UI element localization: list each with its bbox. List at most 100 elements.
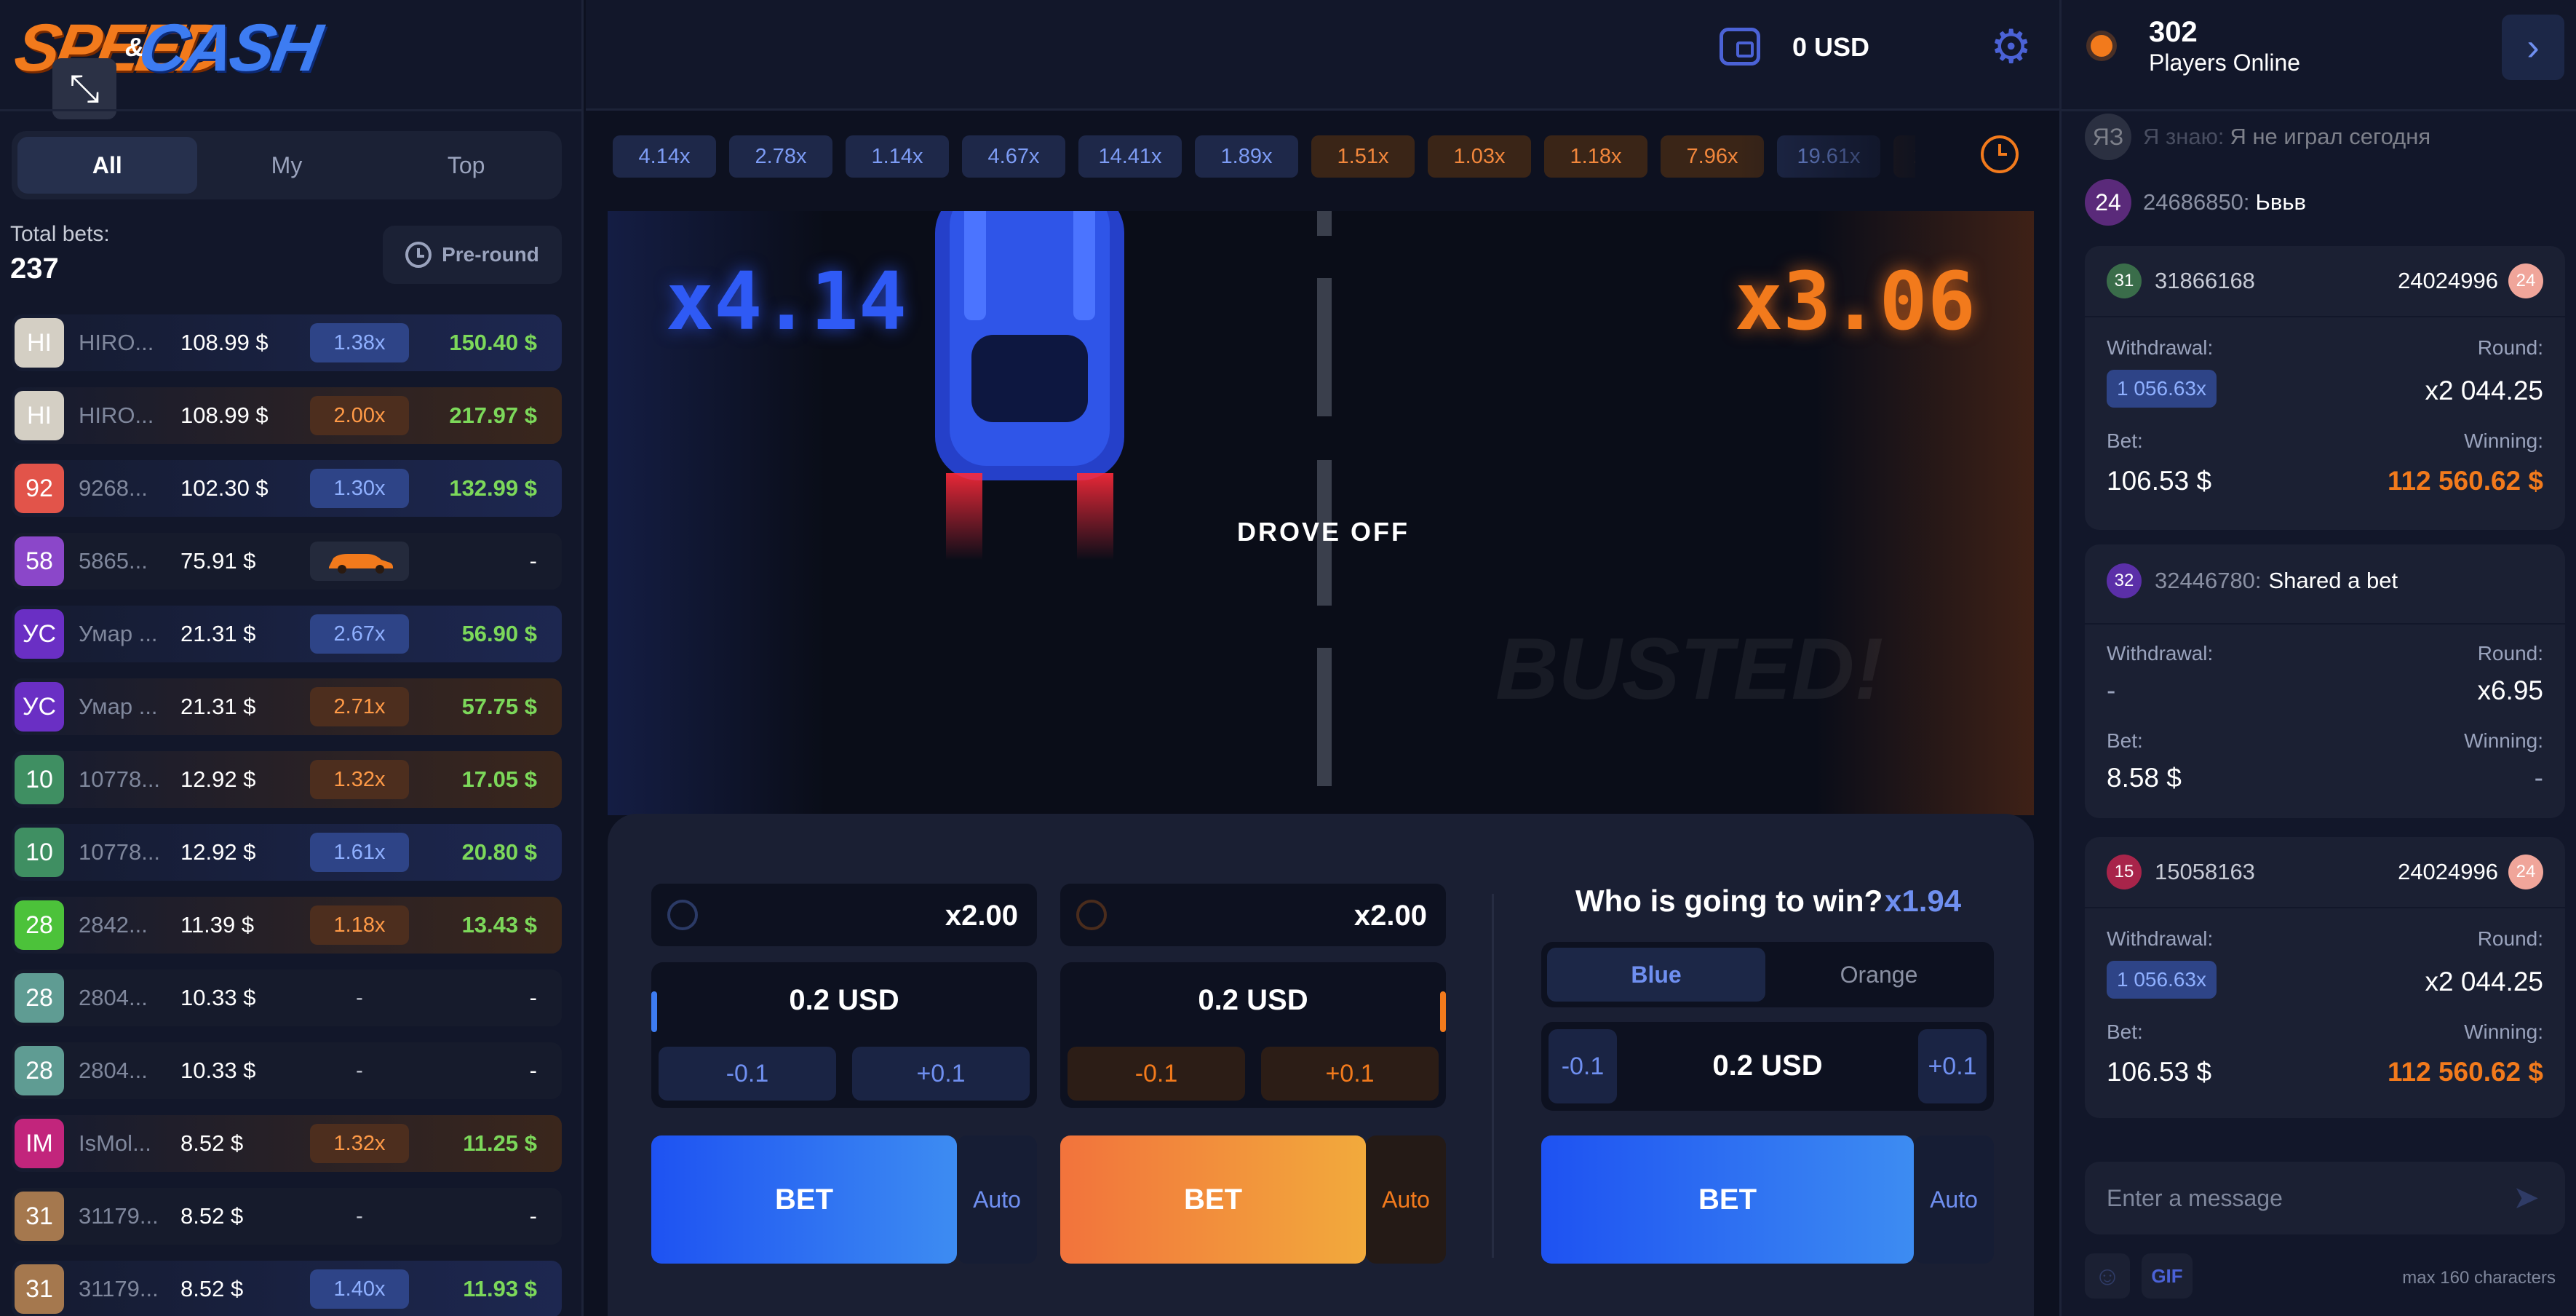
tab-top[interactable]: Top	[376, 137, 556, 194]
card-header: 31 31866168	[2107, 263, 2255, 298]
bet-multiplier: 1.32x	[310, 1124, 409, 1163]
message-input[interactable]: Enter a message ➤	[2085, 1162, 2565, 1234]
withdrawal-value: 1 056.63x	[2107, 370, 2217, 408]
chat-user: 24686850:	[2143, 189, 2250, 215]
avatar: 32	[2107, 563, 2142, 598]
bet-winnings: 57.75 $	[461, 694, 537, 719]
shared-text: Shared a bet	[2268, 568, 2398, 593]
blue-autocashout[interactable]: x2.00	[651, 884, 1037, 946]
bet-winnings: 11.25 $	[463, 1130, 537, 1156]
bets-panel: SPEED & CASH ⤡ All My Top Total bets: 23…	[0, 0, 584, 1316]
avatar: 24	[2085, 179, 2131, 226]
divider	[1492, 894, 1494, 1258]
power-icon[interactable]	[667, 900, 698, 930]
shared-bet-card[interactable]: 32 32446780: Shared a bet Withdrawal: - …	[2085, 544, 2565, 818]
winning-value: -	[2534, 763, 2543, 793]
winner-mult: x1.94	[1885, 884, 1962, 918]
orange-minus-button[interactable]: -0.1	[1068, 1047, 1245, 1101]
round-value: x2 044.25	[2425, 967, 2543, 996]
history-chip[interactable]: 1.14x	[846, 135, 949, 178]
orange-plus-button[interactable]: +0.1	[1261, 1047, 1439, 1101]
history-chip[interactable]: 1.51x	[1311, 135, 1415, 178]
avatar: 24	[2508, 263, 2543, 298]
bet-amount: 12.92 $	[180, 766, 256, 792]
blue-amount[interactable]: 0.2 USD	[651, 984, 1037, 1017]
bet-row: IM IsMol... 8.52 $ 1.32x 11.25 $	[12, 1115, 562, 1172]
history-chip[interactable]: 4.67x	[962, 135, 1065, 178]
online-count: 302	[2149, 16, 2198, 48]
orange-multiplier: x3.06	[1734, 255, 1976, 348]
winner-auto-button[interactable]: Auto	[1914, 1135, 1994, 1264]
orange-amount[interactable]: 0.2 USD	[1060, 984, 1446, 1017]
tab-my[interactable]: My	[197, 137, 377, 194]
avatar: 28	[15, 900, 64, 950]
history-chip[interactable]: 14.41x	[1078, 135, 1182, 178]
bet-winnings: 11.93 $	[463, 1276, 537, 1301]
busted-watermark: BUSTED!	[1495, 620, 1884, 718]
bet-row: 31 31179... 8.52 $ - -	[12, 1188, 562, 1245]
bet-amount: 21.31 $	[180, 621, 256, 646]
bet-multiplier: 1.18x	[310, 905, 409, 945]
round-value: x6.95	[2477, 675, 2543, 705]
gif-button[interactable]: GIF	[2142, 1253, 2193, 1299]
chevron-right-icon[interactable]: ›	[2502, 15, 2564, 80]
bet-value: 106.53 $	[2107, 466, 2212, 496]
avatar: HI	[15, 391, 64, 440]
orange-auto-button[interactable]: Auto	[1366, 1135, 1446, 1264]
bet-row: УС Умар ... 21.31 $ 2.67x 56.90 $	[12, 606, 562, 662]
history-chip[interactable]: 1.89x	[1195, 135, 1298, 178]
bet-amount: 102.30 $	[180, 475, 269, 501]
bet-user: 31179...	[79, 1203, 159, 1229]
bet-user: HIRO...	[79, 330, 154, 355]
blue-minus-button[interactable]: -0.1	[659, 1047, 836, 1101]
bet-amount: 8.52 $	[180, 1276, 244, 1301]
winner-bet-button[interactable]: BET	[1541, 1135, 1914, 1264]
bet-amount: 12.92 $	[180, 839, 256, 865]
bet-multiplier: 1.38x	[310, 323, 409, 362]
power-icon[interactable]	[1076, 900, 1107, 930]
bet-amount: 108.99 $	[180, 330, 269, 355]
lane-dash	[1317, 278, 1332, 416]
history-chip[interactable]: 1.18x	[1544, 135, 1647, 178]
bet-multiplier: -	[356, 1058, 363, 1082]
bet-label: Bet:	[2107, 1020, 2143, 1043]
orange-bet-button[interactable]: BET	[1060, 1135, 1366, 1264]
preround-button[interactable]: Pre-round	[383, 226, 562, 284]
online-indicator	[2091, 35, 2112, 57]
avatar: 15	[2107, 855, 2142, 889]
bet-user: 31179...	[79, 1276, 159, 1301]
bet-label: Bet:	[2107, 729, 2143, 752]
divider	[2085, 907, 2565, 908]
withdrawal-label: Withdrawal:	[2107, 642, 2214, 665]
gear-icon[interactable]: ⚙	[1990, 23, 2032, 70]
history-chip[interactable]: 2.78x	[729, 135, 832, 178]
winner-plus-button[interactable]: +0.1	[1918, 1029, 1987, 1103]
blue-auto-button[interactable]: Auto	[957, 1135, 1037, 1264]
emoji-icon[interactable]: ☺	[2085, 1253, 2130, 1299]
chat-message: 24 24686850: Ьвьв	[2085, 179, 2306, 226]
clock-icon	[405, 242, 432, 268]
bet-row: 10 10778... 12.92 $ 1.61x 20.80 $	[12, 824, 562, 881]
tab-all[interactable]: All	[17, 137, 197, 194]
winning-value: 112 560.62 $	[2388, 466, 2543, 496]
bet-amount: 108.99 $	[180, 403, 269, 428]
winning-value: 112 560.62 $	[2388, 1057, 2543, 1087]
avatar: IM	[15, 1119, 64, 1168]
card-right-user: 24024996	[2398, 859, 2498, 884]
option-orange[interactable]: Orange	[1770, 948, 1988, 1002]
avatar: 24	[2508, 855, 2543, 889]
wallet-icon[interactable]	[1720, 28, 1760, 66]
bet-multiplier: 2.00x	[310, 396, 409, 435]
history-clock-icon[interactable]	[1981, 135, 2019, 173]
blue-bet-button[interactable]: BET	[651, 1135, 957, 1264]
history-chip[interactable]: 1.03x	[1428, 135, 1531, 178]
orange-autocashout[interactable]: x2.00	[1060, 884, 1446, 946]
option-blue[interactable]: Blue	[1547, 948, 1765, 1002]
blue-plus-button[interactable]: +0.1	[852, 1047, 1030, 1101]
bet-winnings: 150.40 $	[449, 330, 537, 355]
shared-bet-card[interactable]: 15 15058163 24024996 24 Withdrawal: 1 05…	[2085, 837, 2565, 1118]
shared-bet-card[interactable]: 31 31866168 24024996 24 Withdrawal: 1 05…	[2085, 246, 2565, 530]
history-chip[interactable]: 4.14x	[613, 135, 716, 178]
bets-list: HI HIRO... 108.99 $ 1.38x 150.40 $ HI HIRO... 1…	[12, 314, 562, 1316]
send-icon[interactable]: ➤	[2513, 1182, 2545, 1214]
